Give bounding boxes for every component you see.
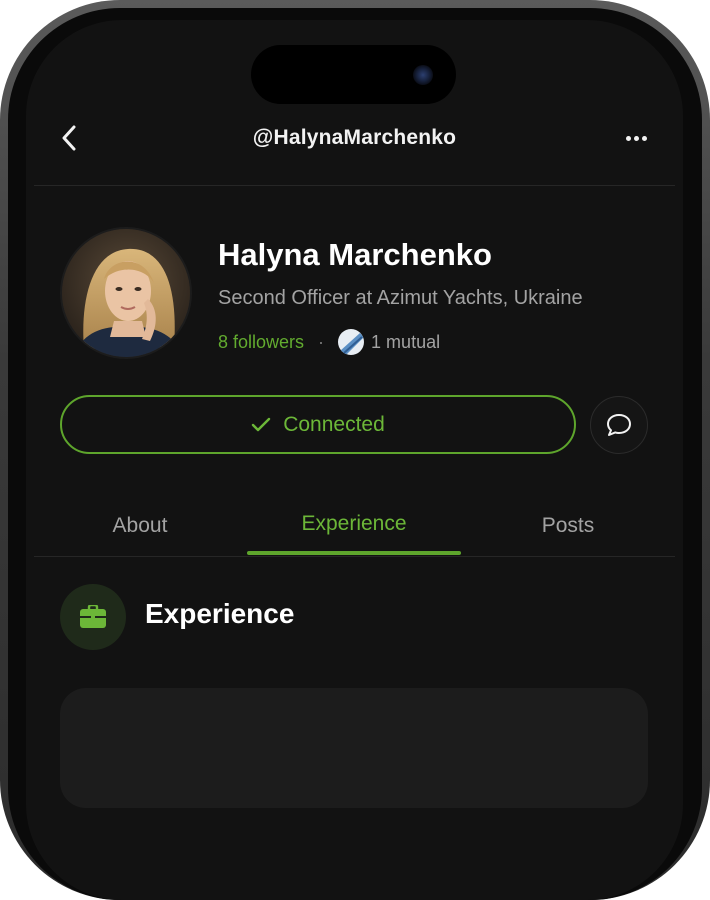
experience-card[interactable] <box>60 688 648 808</box>
chat-bubble-icon <box>607 414 631 436</box>
profile-avatar[interactable] <box>60 227 192 359</box>
avatar-portrait <box>62 229 190 357</box>
more-horizontal-icon <box>625 135 631 141</box>
experience-section-icon <box>60 584 126 650</box>
check-icon <box>252 417 271 431</box>
top-bar: @HalynaMarchenko <box>26 110 683 166</box>
more-options-button[interactable] <box>618 124 654 152</box>
stats-separator: · <box>318 331 325 352</box>
experience-heading: Experience <box>145 598 295 629</box>
mutual-avatar[interactable] <box>338 329 365 355</box>
tabs-divider <box>34 556 675 557</box>
message-button[interactable] <box>590 396 648 454</box>
tab-about[interactable]: About <box>26 498 254 554</box>
profile-handle: @HalynaMarchenko <box>252 126 457 149</box>
connected-label: Connected <box>283 412 385 436</box>
mutual-count[interactable]: 1 mutual <box>371 332 440 353</box>
profile-tabs: About Experience Posts <box>26 498 683 556</box>
camera-icon <box>413 65 433 85</box>
dynamic-island <box>251 45 456 104</box>
profile-title: Second Officer at Azimut Yachts, Ukraine <box>218 287 583 309</box>
profile-stats: 8 followers · 1 mutual <box>218 328 440 356</box>
tab-experience[interactable]: Experience <box>247 496 461 552</box>
tab-posts[interactable]: Posts <box>461 498 675 554</box>
header-divider <box>34 185 675 186</box>
connected-button[interactable]: Connected <box>60 395 576 454</box>
active-tab-indicator <box>247 551 461 555</box>
app-screen: @HalynaMarchenko Halyna Marchenko Second… <box>26 20 683 900</box>
mutual-avatar-image <box>338 329 365 355</box>
profile-name: Halyna Marchenko <box>218 237 492 272</box>
briefcase-icon <box>80 605 106 628</box>
followers-link[interactable]: 8 followers <box>218 332 304 353</box>
